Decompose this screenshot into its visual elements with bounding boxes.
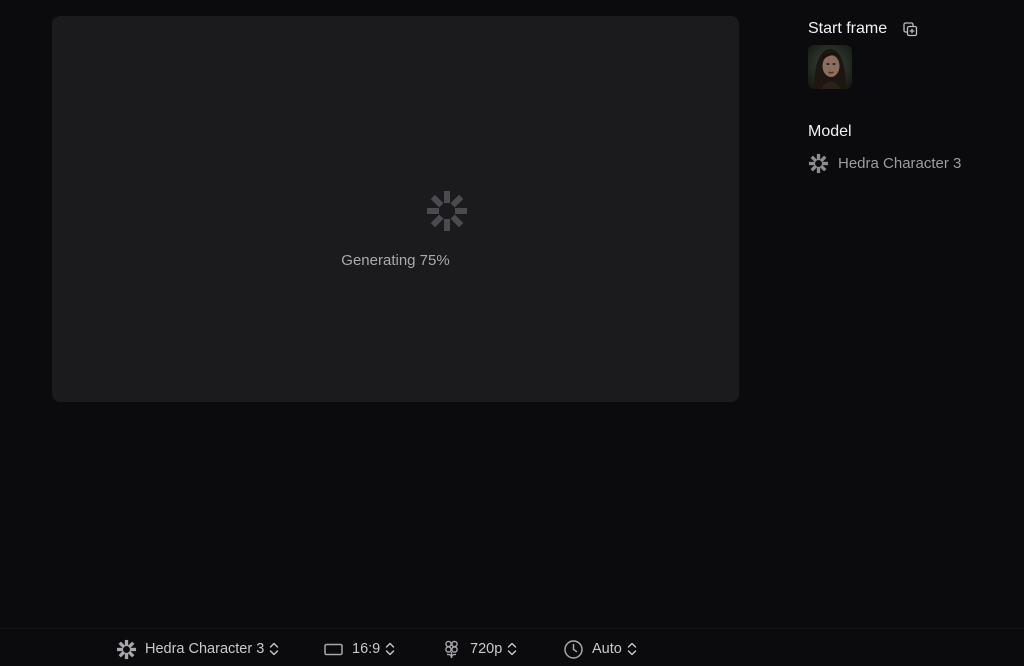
- chevron-up-down-icon: [386, 642, 395, 656]
- aspect-ratio-selector[interactable]: 16:9: [323, 637, 395, 661]
- hedra-logo-icon: [427, 191, 467, 231]
- model-name: Hedra Character 3: [838, 154, 962, 172]
- model-selector[interactable]: Hedra Character 3: [116, 637, 279, 661]
- add-copy-icon[interactable]: [903, 22, 918, 37]
- app-root: Generating 75% Start frame Model Hedra C…: [0, 0, 1024, 666]
- hedra-logo-icon: [116, 639, 137, 659]
- model-info: Hedra Character 3: [808, 152, 961, 174]
- model-title: Model: [808, 123, 852, 140]
- clock-icon: [564, 639, 583, 659]
- generation-status: Generating 75%: [341, 252, 450, 269]
- generation-toolbar: Hedra Character 3 16:9 720p Auto: [0, 628, 1024, 666]
- portrait-image: [808, 45, 852, 89]
- start-frame-title: Start frame: [808, 20, 888, 37]
- chevron-up-down-icon: [270, 642, 279, 656]
- resolution-selector[interactable]: 720p: [441, 637, 517, 661]
- hedra-logo-icon: [808, 153, 829, 173]
- duration-selector[interactable]: Auto: [563, 637, 637, 661]
- duration-label: Auto: [592, 641, 622, 657]
- model-selector-label: Hedra Character 3: [145, 641, 265, 657]
- resolution-icon: [445, 640, 458, 658]
- chevron-up-down-icon: [627, 642, 637, 656]
- aspect-ratio-icon: [324, 643, 343, 655]
- video-preview-panel: Generating 75%: [52, 16, 739, 402]
- aspect-ratio-label: 16:9: [352, 641, 381, 657]
- start-frame-thumbnail[interactable]: [808, 45, 852, 89]
- resolution-label: 720p: [470, 641, 503, 657]
- chevron-up-down-icon: [508, 642, 517, 656]
